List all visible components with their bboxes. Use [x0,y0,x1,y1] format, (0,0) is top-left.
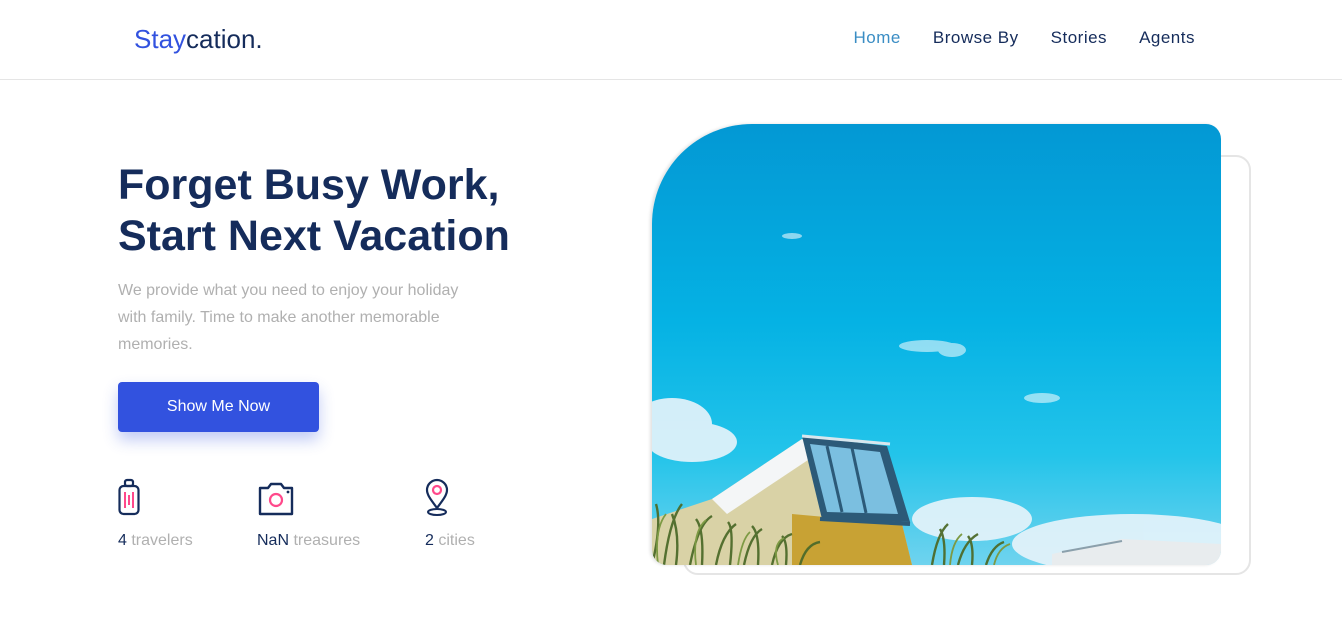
hero-title-line1: Forget Busy Work, [118,161,500,209]
stat-travelers-text: 4 travelers [118,532,193,550]
hero-title-line2: Start Next Vacation [118,212,510,260]
nav-browse-by[interactable]: Browse By [933,28,1019,48]
brand-accent: Stay [134,24,187,54]
stat-treasures-label: treasures [293,532,361,549]
stat-treasures-value: NaN [257,532,290,549]
brand-rest: cation. [186,24,263,54]
nav-home[interactable]: Home [854,28,901,48]
brand-logo[interactable]: Staycation. [134,24,263,55]
luggage-icon [118,478,193,518]
hero-title: Forget Busy Work, Start Next Vacation [118,160,568,262]
stat-cities: 2 cities [425,478,475,550]
hero-subtitle: We provide what you need to enjoy your h… [118,282,459,353]
stat-travelers: 4 travelers [118,478,193,550]
site-header: Staycation. Home Browse By Stories Agent… [0,0,1342,80]
stat-treasures-text: NaN treasures [257,532,360,550]
stat-cities-value: 2 [425,532,434,549]
nav-stories[interactable]: Stories [1051,28,1107,48]
camera-icon [257,478,360,518]
stat-cities-text: 2 cities [425,532,475,550]
stat-cities-label: cities [438,532,475,549]
stat-treasures: NaN treasures [257,478,360,550]
main-nav: Home Browse By Stories Agents [822,28,1195,48]
hero-image [652,124,1221,565]
stat-travelers-value: 4 [118,532,127,549]
nav-agents[interactable]: Agents [1139,28,1195,48]
map-pin-icon [425,478,475,518]
show-me-now-button[interactable]: Show Me Now [118,382,319,432]
stat-travelers-label: travelers [131,532,193,549]
